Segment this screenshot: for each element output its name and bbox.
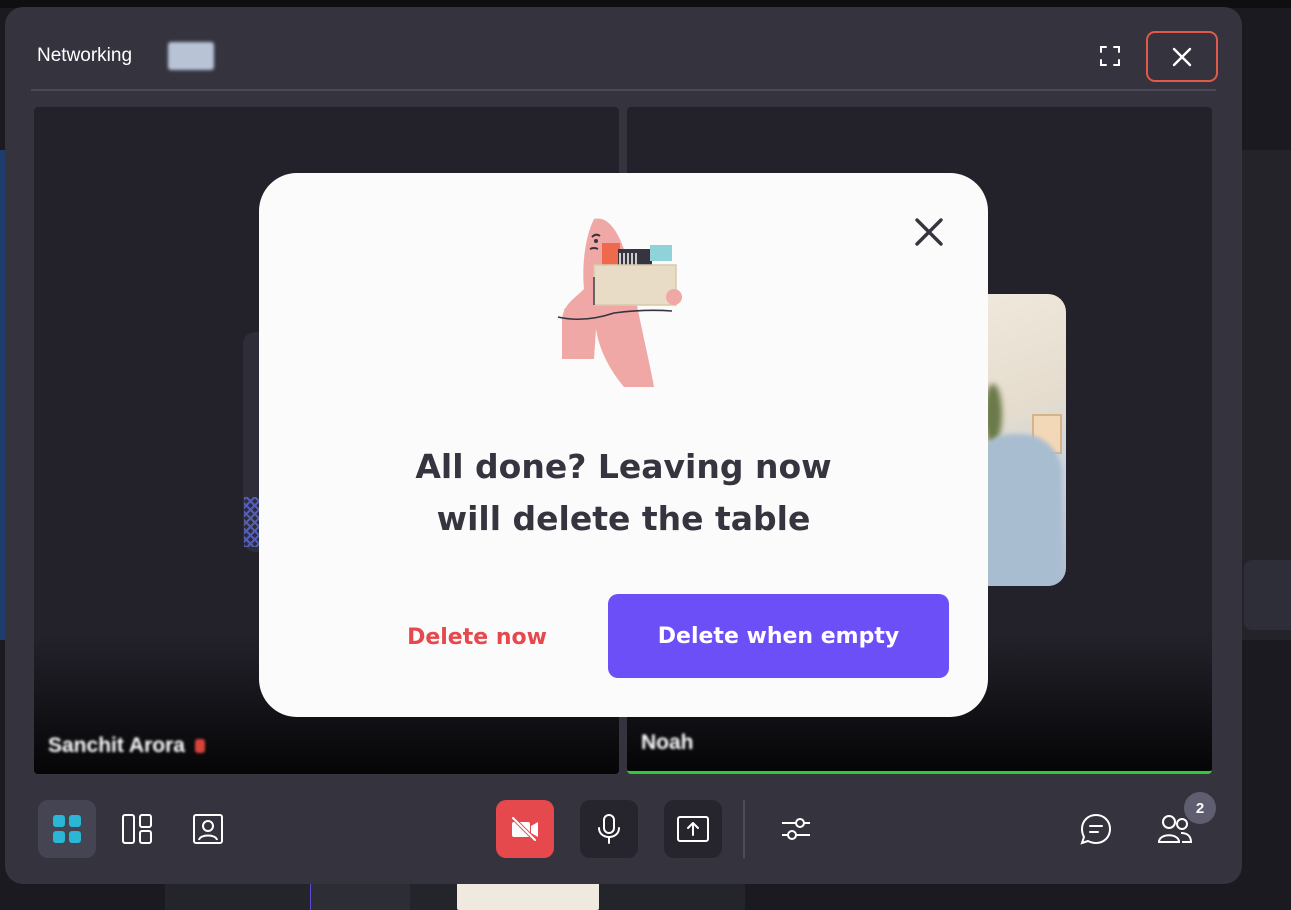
background-app-card [1244, 560, 1291, 630]
layout-icon [122, 814, 152, 844]
microphone-button[interactable] [580, 800, 638, 858]
share-screen-icon [677, 816, 709, 842]
table-badge [168, 42, 214, 70]
grid-icon [53, 815, 81, 843]
delete-when-empty-button[interactable]: Delete when empty [608, 594, 949, 678]
dialog-title-line: will delete the table [436, 499, 811, 538]
chat-icon [1080, 813, 1112, 845]
background-thumbnail [457, 882, 599, 910]
speaker-view-button[interactable] [179, 800, 237, 858]
sidebar-view-button[interactable] [108, 800, 166, 858]
camera-off-icon [511, 816, 538, 842]
camera-toggle-button[interactable] [496, 800, 554, 858]
close-window-button[interactable] [1146, 31, 1218, 82]
chat-button[interactable] [1067, 800, 1125, 858]
grid-view-button[interactable] [38, 800, 96, 858]
person-frame-icon [193, 814, 223, 844]
expand-icon [1100, 46, 1120, 66]
sliders-icon [782, 818, 810, 840]
participant-name-text: Sanchit Arora [48, 734, 185, 757]
header-divider [31, 89, 1216, 91]
delete-now-button[interactable]: Delete now [387, 616, 567, 658]
moving-box-illustration [557, 218, 682, 387]
window-title: Networking [37, 45, 133, 66]
dialog-close-button[interactable] [904, 207, 954, 257]
microphone-icon [598, 814, 620, 844]
settings-button[interactable] [767, 800, 825, 858]
background-tile [310, 880, 410, 910]
dialog-title-line: All done? Leaving now [415, 447, 832, 486]
participant-video [982, 294, 1066, 586]
participants-count-badge: 2 [1184, 792, 1216, 824]
toolbar-divider [743, 800, 745, 858]
share-screen-button[interactable] [664, 800, 722, 858]
participant-name: Sanchit Arora [48, 734, 205, 758]
leave-table-dialog: All done? Leaving now will delete the ta… [259, 173, 988, 717]
close-icon [1172, 47, 1192, 66]
video-person [982, 434, 1062, 586]
mic-off-icon [194, 739, 205, 754]
background-app-footer [165, 880, 745, 910]
dialog-title: All done? Leaving now will delete the ta… [259, 441, 988, 545]
participant-name: Noah [641, 731, 694, 754]
fullscreen-button[interactable] [1093, 39, 1127, 73]
close-icon [915, 218, 943, 246]
